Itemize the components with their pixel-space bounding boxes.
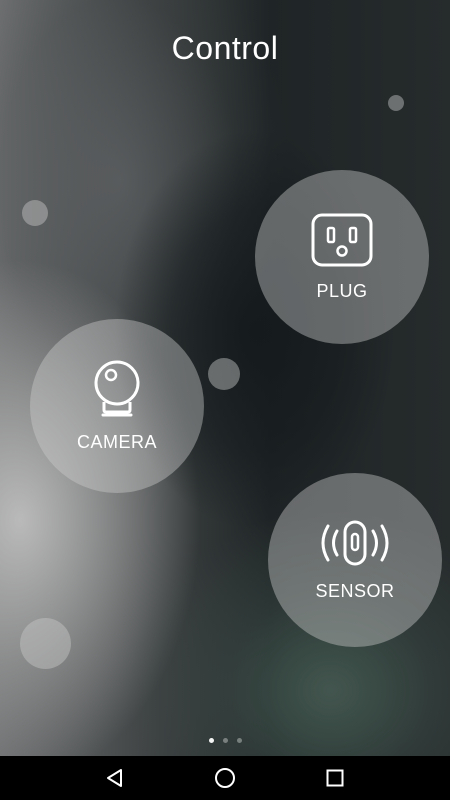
plug-button[interactable]: PLUG [255,170,429,344]
page-title: Control [171,30,279,66]
control-screen: Control PLUG CAMERA SENSOR [0,0,450,756]
webcam-icon [94,360,140,416]
decorative-bubble [20,618,71,669]
decorative-bubble [208,358,240,390]
back-button[interactable] [93,756,137,800]
decorative-bubble [388,95,404,111]
home-icon [215,768,235,788]
plug-label: PLUG [316,280,368,301]
page-dot-3[interactable] [236,738,242,743]
camera-button[interactable]: CAMERA [30,319,204,493]
page-dot-1[interactable] [208,738,214,743]
camera-label: CAMERA [76,431,157,452]
power-outlet-icon [311,213,373,266]
sensor-button[interactable]: SENSOR [268,473,442,647]
recents-icon [326,769,344,787]
page-indicator [0,738,450,743]
motion-sensor-icon [321,520,389,565]
back-icon [107,769,122,787]
page-dot-2[interactable] [222,738,228,743]
recents-button[interactable] [313,756,357,800]
system-navigation-bar [0,756,450,800]
decorative-bubble [22,200,48,226]
sensor-label: SENSOR [315,580,395,601]
home-button[interactable] [203,756,247,800]
